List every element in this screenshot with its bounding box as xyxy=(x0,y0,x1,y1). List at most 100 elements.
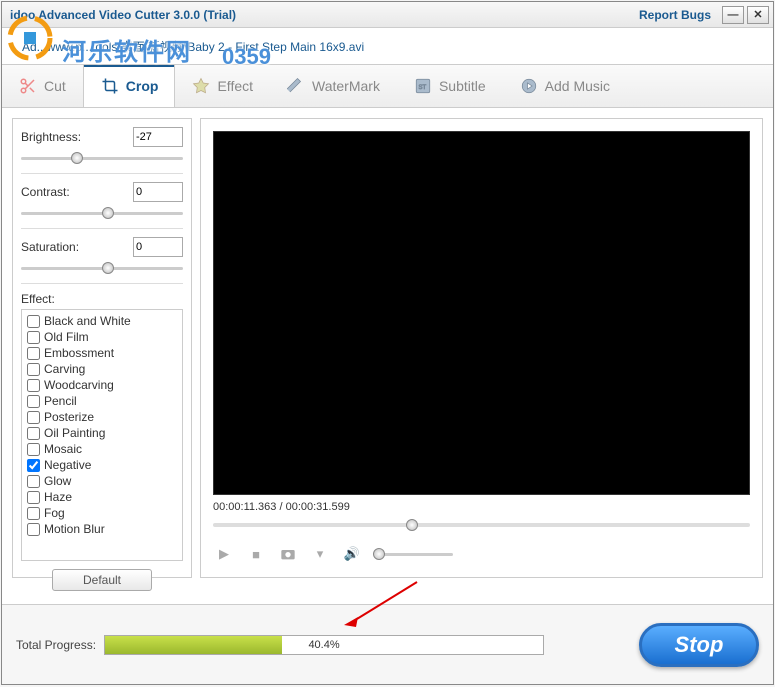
effect-item[interactable]: Woodcarving xyxy=(25,377,179,393)
preview-panel: 00:00:11.363 / 00:00:31.599 ▶ ■ ▾ 🔊 xyxy=(200,118,763,578)
brightness-slider[interactable] xyxy=(21,151,183,165)
tab-effect[interactable]: Effect xyxy=(175,65,270,107)
effect-item[interactable]: Old Film xyxy=(25,329,179,345)
play-button[interactable]: ▶ xyxy=(213,543,235,565)
snapshot-dropdown[interactable]: ▾ xyxy=(309,543,331,565)
tab-watermark[interactable]: WaterMark xyxy=(270,65,397,107)
brush-icon xyxy=(286,76,306,96)
contrast-slider[interactable] xyxy=(21,206,183,220)
effect-item-label: Glow xyxy=(44,474,71,488)
effect-item[interactable]: Embossment xyxy=(25,345,179,361)
stop-button[interactable]: Stop xyxy=(639,623,759,667)
saturation-label: Saturation: xyxy=(21,240,79,254)
report-bugs-link[interactable]: Report Bugs xyxy=(631,8,719,22)
effect-item-label: Oil Painting xyxy=(44,426,105,440)
effect-item-label: Haze xyxy=(44,490,72,504)
window-title: idoo Advanced Video Cutter 3.0.0 (Trial) xyxy=(6,8,631,22)
effect-item[interactable]: Negative xyxy=(25,457,179,473)
svg-text:ST: ST xyxy=(418,85,426,91)
subtitle-icon: ST xyxy=(413,76,433,96)
tab-watermark-label: WaterMark xyxy=(312,78,380,94)
effect-checkbox[interactable] xyxy=(27,491,40,504)
effect-checkbox[interactable] xyxy=(27,347,40,360)
effect-checkbox[interactable] xyxy=(27,523,40,536)
seek-slider[interactable] xyxy=(213,517,750,533)
effect-checkbox[interactable] xyxy=(27,379,40,392)
scissors-icon xyxy=(18,76,38,96)
stop-playback-button[interactable]: ■ xyxy=(245,543,267,565)
effect-item-label: Motion Blur xyxy=(44,522,105,536)
star-icon xyxy=(191,76,211,96)
effect-item[interactable]: Glow xyxy=(25,473,179,489)
effect-item[interactable]: Fog xyxy=(25,505,179,521)
effect-checkbox[interactable] xyxy=(27,411,40,424)
effect-item[interactable]: Oil Painting xyxy=(25,425,179,441)
effect-item-label: Pencil xyxy=(44,394,77,408)
effect-checkbox[interactable] xyxy=(27,427,40,440)
effect-item-label: Old Film xyxy=(44,330,89,344)
effect-item-label: Woodcarving xyxy=(44,378,114,392)
volume-slider[interactable] xyxy=(373,547,453,561)
volume-icon[interactable]: 🔊 xyxy=(341,543,363,565)
effect-item[interactable]: Motion Blur xyxy=(25,521,179,537)
effect-checkbox[interactable] xyxy=(27,475,40,488)
tab-crop[interactable]: Crop xyxy=(83,65,176,107)
titlebar: idoo Advanced Video Cutter 3.0.0 (Trial)… xyxy=(2,2,773,28)
playback-controls: ▶ ■ ▾ 🔊 xyxy=(213,543,750,565)
effect-item[interactable]: Posterize xyxy=(25,409,179,425)
watermark-logo-icon xyxy=(6,14,54,62)
watermark-text: 河乐软件网 xyxy=(62,32,192,67)
music-icon xyxy=(519,76,539,96)
saturation-slider[interactable] xyxy=(21,261,183,275)
effect-item[interactable]: Mosaic xyxy=(25,441,179,457)
tab-cut[interactable]: Cut xyxy=(2,65,83,107)
tab-subtitle-label: Subtitle xyxy=(439,78,486,94)
tab-cut-label: Cut xyxy=(44,78,66,94)
progress-bar: 40.4% xyxy=(104,635,544,655)
effect-item[interactable]: Pencil xyxy=(25,393,179,409)
effect-item-label: Negative xyxy=(44,458,91,472)
saturation-group: Saturation: xyxy=(21,237,183,284)
tab-addmusic[interactable]: Add Music xyxy=(503,65,627,107)
progress-text: 40.4% xyxy=(105,636,543,654)
bottom-bar: Total Progress: 40.4% Stop xyxy=(2,604,773,684)
tab-crop-label: Crop xyxy=(126,78,159,94)
effect-checkbox[interactable] xyxy=(27,443,40,456)
effect-checkbox[interactable] xyxy=(27,459,40,472)
saturation-spinner[interactable] xyxy=(133,237,183,257)
effect-item[interactable]: Haze xyxy=(25,489,179,505)
settings-sidebar: Brightness: Contrast: Saturation: xyxy=(12,118,192,578)
effect-item-label: Black and White xyxy=(44,314,131,328)
effect-checkbox[interactable] xyxy=(27,331,40,344)
effect-item-label: Fog xyxy=(44,506,65,520)
effect-label: Effect: xyxy=(21,292,183,306)
tab-subtitle[interactable]: ST Subtitle xyxy=(397,65,503,107)
contrast-spinner[interactable] xyxy=(133,182,183,202)
effect-checkbox[interactable] xyxy=(27,363,40,376)
effect-checkbox[interactable] xyxy=(27,507,40,520)
time-display: 00:00:11.363 / 00:00:31.599 xyxy=(213,501,750,513)
watermark-number: 0359 xyxy=(222,44,271,70)
brightness-spinner[interactable] xyxy=(133,127,183,147)
video-preview xyxy=(213,131,750,495)
close-button[interactable]: ✕ xyxy=(747,6,769,24)
effect-item-label: Embossment xyxy=(44,346,114,360)
effect-item-label: Mosaic xyxy=(44,442,82,456)
crop-icon xyxy=(100,76,120,96)
effect-list[interactable]: Black and White Old Film Embossment Carving… xyxy=(21,309,183,561)
effect-item[interactable]: Black and White xyxy=(25,313,179,329)
snapshot-button[interactable] xyxy=(277,543,299,565)
brightness-group: Brightness: xyxy=(21,127,183,174)
effect-item-label: Carving xyxy=(44,362,85,376)
contrast-group: Contrast: xyxy=(21,182,183,229)
contrast-label: Contrast: xyxy=(21,185,70,199)
default-button[interactable]: Default xyxy=(52,569,152,591)
tab-bar: Cut Crop Effect WaterMark ST Subtitle Ad… xyxy=(2,64,773,108)
progress-label: Total Progress: xyxy=(16,638,96,652)
effect-checkbox[interactable] xyxy=(27,315,40,328)
tab-addmusic-label: Add Music xyxy=(545,78,610,94)
effect-item[interactable]: Carving xyxy=(25,361,179,377)
minimize-button[interactable]: — xyxy=(722,6,744,24)
brightness-label: Brightness: xyxy=(21,130,81,144)
effect-checkbox[interactable] xyxy=(27,395,40,408)
